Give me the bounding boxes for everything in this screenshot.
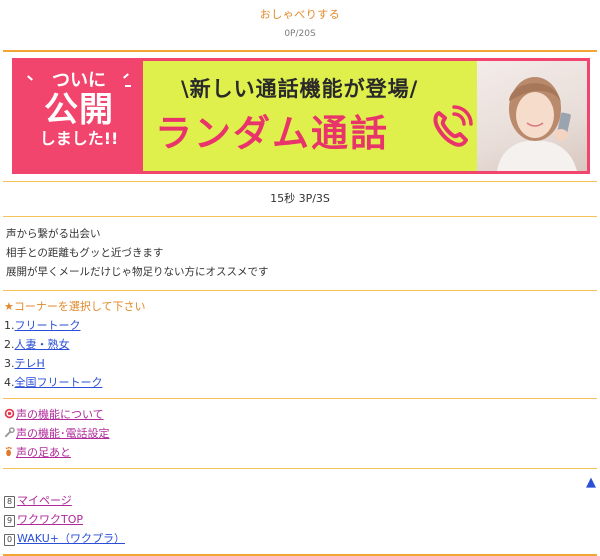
badge-line3: しました!! xyxy=(39,129,119,148)
corner-item: 4.全国フリートーク xyxy=(4,373,600,392)
target-icon xyxy=(4,408,15,419)
divider xyxy=(3,50,597,52)
footer-row: 8 マイページ xyxy=(4,491,600,510)
corner-link-tele-h[interactable]: テレH xyxy=(15,357,45,370)
corner-item: 2.人妻・熟女 xyxy=(4,335,600,354)
key-0-icon: 0 xyxy=(4,534,15,546)
corner-number: 2. xyxy=(4,338,15,351)
woman-with-phone-image xyxy=(477,61,587,171)
banner-badge: ついに 公開 しました!! xyxy=(15,61,143,171)
intro-line: 相手との距離もグッと近づきます xyxy=(6,247,164,259)
corner-item: 3.テレH xyxy=(4,354,600,373)
voice-link-row: 声の機能･電話設定 xyxy=(4,424,600,443)
wakuwaku-top-link[interactable]: ワクワクTOP xyxy=(17,513,83,526)
corner-link-married[interactable]: 人妻・熟女 xyxy=(15,338,70,351)
badge-line1: ついに xyxy=(52,70,106,91)
call-rate: 15秒 3P/3S xyxy=(270,192,330,205)
sparkle-icon xyxy=(125,85,131,87)
voice-settings-link[interactable]: 声の機能･電話設定 xyxy=(16,427,110,440)
back-to-top-row: ▲ xyxy=(0,469,600,490)
voice-link-row: 声の足あと xyxy=(4,443,600,462)
banner-tagline: \新しい通話機能が登場/ xyxy=(181,77,419,101)
voice-link-row: 声の機能について xyxy=(4,405,600,424)
page: おしゃべりする 0P/20S ついに 公開 しました!! \新しい通話機能が登場… xyxy=(0,0,600,556)
corner-number: 1. xyxy=(4,319,15,332)
waku-plus-link[interactable]: WAKU+（ワクプラ） xyxy=(17,532,125,545)
key-8-icon: 8 xyxy=(4,496,15,508)
page-title: おしゃべりする xyxy=(259,8,341,21)
corner-number: 3. xyxy=(4,357,15,370)
back-to-top-icon[interactable]: ▲ xyxy=(586,475,596,490)
footprint-icon xyxy=(5,446,12,457)
footer-links: 8 マイページ 9 ワクワクTOP 0 WAKU+（ワクプラ） xyxy=(0,489,600,548)
corner-list: ★コーナーを選択して下さい 1.フリートーク 2.人妻・熟女 3.テレH 4.全… xyxy=(0,291,600,398)
key-9-icon: 9 xyxy=(4,515,15,527)
banner-lime-panel: \新しい通話機能が登場/ ランダム通話 xyxy=(143,61,587,171)
phone-ringing-icon xyxy=(433,105,473,147)
corner-heading: ★コーナーを選択して下さい xyxy=(4,300,146,313)
badge-line2: 公開 xyxy=(44,90,114,130)
voice-about-link[interactable]: 声の機能について xyxy=(16,408,104,421)
banner-headline: ランダム通話 xyxy=(155,112,389,155)
intro-line: 展開が早くメールだけじゃ物足りない方にオススメです xyxy=(6,266,269,278)
voice-footprints-link[interactable]: 声の足あと xyxy=(16,446,71,459)
intro-text: 声から繋がる出会い 相手との距離もグッと近づきます 展開が早くメールだけじゃ物足… xyxy=(0,217,600,290)
corner-item: 1.フリートーク xyxy=(4,316,600,335)
voice-links: 声の機能について 声の機能･電話設定 声の足あと xyxy=(0,399,600,468)
corner-link-nationwide[interactable]: 全国フリートーク xyxy=(15,376,103,389)
mypage-link[interactable]: マイページ xyxy=(17,494,72,507)
wrench-icon xyxy=(4,427,15,438)
footer-row: 9 ワクワクTOP xyxy=(4,510,600,529)
random-call-banner[interactable]: ついに 公開 しました!! \新しい通話機能が登場/ ランダム通話 xyxy=(12,58,590,174)
points-balance: 0P/20S xyxy=(284,29,316,39)
header: おしゃべりする 0P/20S xyxy=(0,0,600,40)
footer-row: 0 WAKU+（ワクプラ） xyxy=(4,529,600,548)
corner-link-free-talk[interactable]: フリートーク xyxy=(15,319,81,332)
corner-number: 4. xyxy=(4,376,15,389)
intro-line: 声から繋がる出会い xyxy=(6,228,101,240)
